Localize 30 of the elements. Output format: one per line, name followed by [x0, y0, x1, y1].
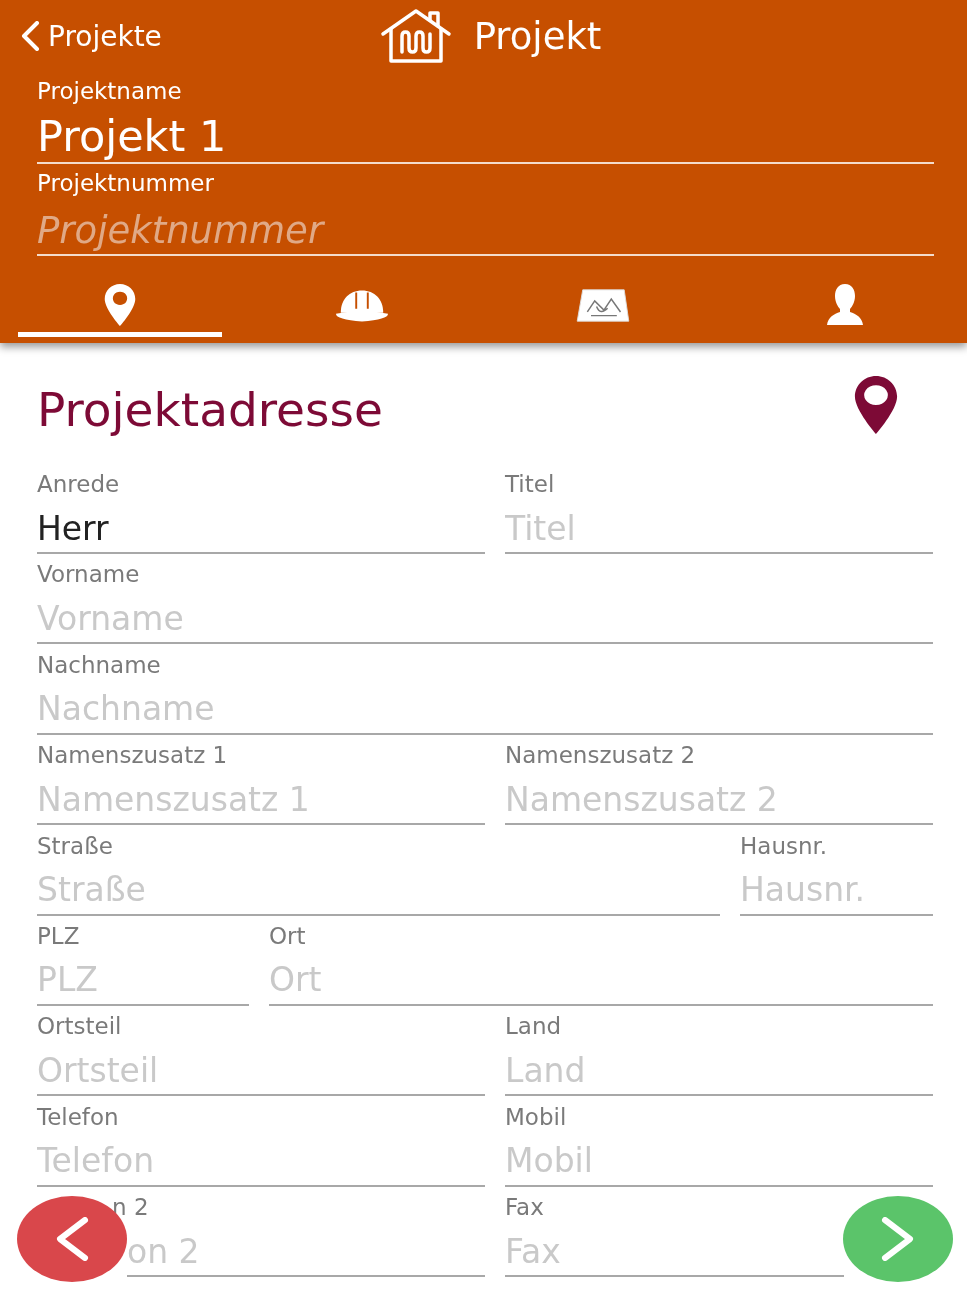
field-label: Mobil [505, 1104, 567, 1129]
field-label: Fax [505, 1195, 544, 1220]
page-title: Projekt [473, 14, 602, 58]
field-label: Nachname [37, 652, 161, 677]
person-icon [825, 283, 866, 327]
field-label: PLZ [37, 923, 80, 948]
field-label: Projektnummer [37, 170, 214, 196]
field-label: Vorname [37, 562, 140, 587]
location-pin-icon [103, 284, 136, 326]
chevron-left-icon [20, 21, 40, 51]
input-field[interactable]: Herr [37, 496, 485, 554]
field-label: Anrede [37, 472, 120, 496]
field-label: Hausnr. [740, 833, 828, 858]
field-label: Straße [37, 833, 113, 858]
section-title: Projektadresse [37, 382, 383, 438]
field-label: Land [505, 1014, 562, 1039]
field-label: Namenszusatz 2 [505, 743, 696, 768]
field-label: Namenszusatz 1 [37, 743, 228, 768]
chevron-right-icon [881, 1217, 915, 1261]
field-label: Ortsteil [37, 1014, 122, 1039]
chevron-left-icon [55, 1217, 89, 1261]
field-label: Titel [505, 472, 555, 496]
back-button[interactable]: Projekte [0, 19, 162, 53]
field-label: Telefon [37, 1104, 119, 1129]
field-label: Ort [269, 923, 306, 948]
location-pin-icon [852, 376, 900, 434]
field-label: Projektname [37, 78, 182, 104]
input-field[interactable]: Projekt 1 [37, 104, 934, 164]
sketch-sheet-icon [576, 287, 631, 323]
house-icon [379, 8, 452, 64]
